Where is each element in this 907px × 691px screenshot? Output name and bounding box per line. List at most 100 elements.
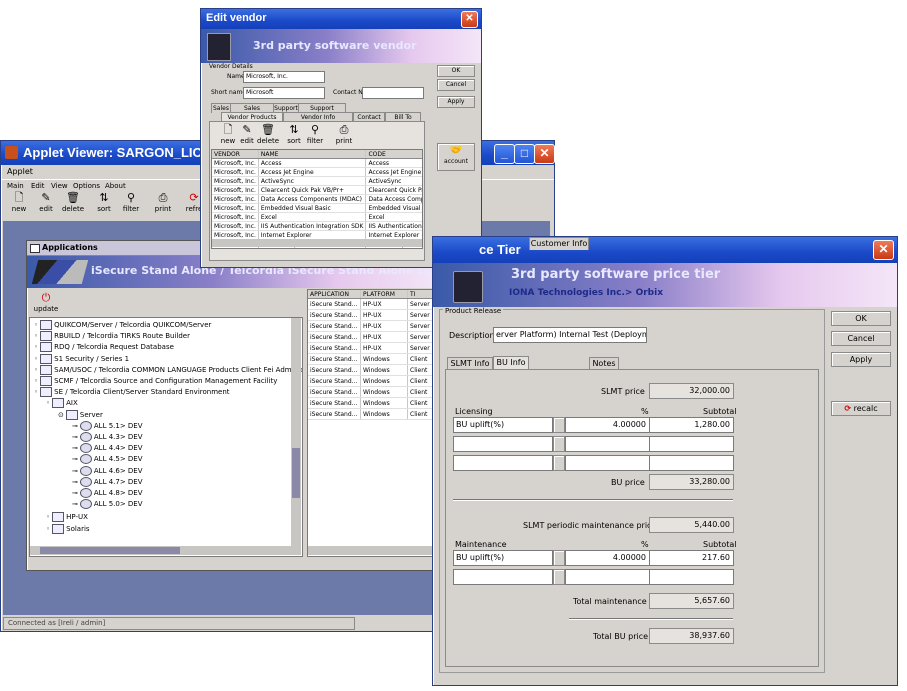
table-row[interactable]: Microsoft, Inc. ActiveSync ActiveSync — [212, 176, 422, 186]
maintenance-row2-pct[interactable] — [565, 569, 650, 585]
table-row[interactable]: Microsoft, Inc. Data Access Components (M… — [212, 194, 422, 204]
tree-handle-icon[interactable]: ⊸ — [72, 500, 78, 508]
tree-handle-icon[interactable]: ◦ — [46, 525, 50, 533]
tab-customer-info[interactable]: Customer Info — [529, 237, 589, 250]
menu-edit[interactable]: Edit — [31, 182, 45, 190]
table-row[interactable]: Microsoft, Inc. Excel Excel — [212, 212, 422, 222]
licensing-row2-picker[interactable] — [553, 436, 565, 452]
tree-handle-icon[interactable]: ⊸ — [72, 489, 78, 497]
tree-handle-icon[interactable]: ⊸ — [72, 467, 78, 475]
tree-node[interactable]: ◦ QUIKCOM/Server / Telcordia QUIKCOM/Serv… — [34, 320, 211, 330]
tree-node[interactable]: ◦ SCMF / Telcordia Source and Configurati… — [34, 376, 277, 386]
tree-hscroll-thumb[interactable] — [40, 547, 180, 554]
tree-handle-icon[interactable]: ◦ — [34, 377, 38, 385]
vendor-ok-button[interactable]: OK — [437, 65, 475, 77]
maintenance-row2-picker[interactable] — [553, 569, 565, 585]
maximize-button[interactable]: □ — [514, 144, 535, 164]
table-row[interactable]: Microsoft, Inc. Access Jet Engine Access J… — [212, 167, 422, 177]
vendor-new-button[interactable]: 🗋 new — [219, 123, 237, 149]
tree-handle-icon[interactable]: ⊸ — [72, 422, 78, 430]
table-row[interactable]: iSecure Stand... HP-UX Server — [308, 320, 433, 332]
licensing-row2-subtotal[interactable] — [649, 436, 734, 452]
table-row[interactable]: iSecure Stand... Windows Client — [308, 353, 433, 365]
tree-node[interactable]: ◦ HP-UX — [46, 512, 88, 523]
vendor-cancel-button[interactable]: Cancel — [437, 79, 475, 91]
table-row[interactable]: Microsoft, Inc. Clearcent Quick Pak VB/Pr… — [212, 185, 422, 195]
licensing-row3-name[interactable] — [453, 455, 553, 471]
account-button[interactable]: 🤝 account — [437, 143, 475, 171]
vendor-edit-button[interactable]: ✎ edit — [238, 123, 256, 149]
tree-handle-icon[interactable]: ◦ — [34, 321, 38, 329]
vendor-print-button[interactable]: ⎙ print — [334, 123, 354, 149]
price-apply-button[interactable]: Apply — [831, 352, 891, 367]
description-field[interactable]: erver Platform) Internal Test (Deploymen… — [493, 327, 647, 343]
price-tier-close-button[interactable]: ✕ — [873, 240, 894, 260]
sort-button[interactable]: ⇅ sort — [92, 191, 116, 217]
tree-panel[interactable]: ◦ QUIKCOM/Server / Telcordia QUIKCOM/Serv… — [29, 317, 303, 557]
maintenance-row2-name[interactable] — [453, 569, 553, 585]
tree-node[interactable]: ◦ RDQ / Telcordia Request Database — [34, 342, 174, 353]
vendor-hscroll[interactable] — [212, 239, 422, 247]
col-code[interactable]: CODE — [365, 150, 422, 159]
licensing-row1-picker[interactable] — [553, 417, 565, 433]
maintenance-row1-subtotal[interactable]: 217.60 — [649, 550, 734, 566]
table-row[interactable]: iSecure Stand... HP-UX Server — [308, 309, 433, 321]
licensing-row3-pct[interactable] — [565, 455, 650, 471]
tree-node[interactable]: ⊙ Server — [58, 409, 103, 420]
tree-node[interactable]: ◦ Solaris — [46, 523, 90, 534]
table-row[interactable]: iSecure Stand... Windows Client — [308, 386, 433, 398]
menu-about[interactable]: About — [105, 182, 126, 190]
table-row[interactable]: Microsoft, Inc. Embedded Visual Basic Embe… — [212, 203, 422, 213]
close-button[interactable]: ✕ — [534, 144, 555, 164]
licensing-row2-pct[interactable] — [565, 436, 650, 452]
licensing-row1-name[interactable]: BU uplift(%) — [453, 417, 553, 433]
tree-node[interactable]: ⊸ ALL 4.8> DEV — [72, 488, 143, 498]
tree-node[interactable]: ⊸ ALL 5.1> DEV — [72, 420, 143, 431]
vendor-delete-button[interactable]: 🗑 delete — [257, 123, 279, 149]
tree-handle-icon[interactable]: ◦ — [46, 513, 50, 521]
tree-handle-icon[interactable]: ◦ — [34, 388, 38, 396]
table-row[interactable]: iSecure Stand... HP-UX Server — [308, 342, 433, 354]
maintenance-row1-picker[interactable] — [553, 550, 565, 566]
delete-button[interactable]: 🗑 delete — [61, 191, 85, 217]
menu-options[interactable]: Options — [73, 182, 100, 190]
price-cancel-button[interactable]: Cancel — [831, 331, 891, 346]
tree-node[interactable]: ⊸ ALL 5.0> DEV — [72, 499, 143, 510]
short-name-field[interactable]: Microsoft — [243, 87, 325, 99]
tree-handle-icon[interactable]: ⊸ — [72, 444, 78, 452]
tree-node[interactable]: ◦ AIX — [46, 398, 78, 409]
price-ok-button[interactable]: OK — [831, 311, 891, 326]
table-row[interactable]: iSecure Stand... HP-UX Server — [308, 331, 433, 343]
tree-handle-icon[interactable]: ◦ — [34, 343, 38, 351]
table-row[interactable]: iSecure Stand... Windows Client — [308, 375, 433, 387]
tree-handle-icon[interactable]: ◦ — [34, 332, 38, 340]
apps-hscroll[interactable] — [308, 546, 436, 555]
table-row[interactable]: Microsoft, Inc. Access Access — [212, 158, 422, 168]
applications-table[interactable]: APPLICATION PLATFORM TI iSecure Stand...… — [307, 289, 437, 557]
maintenance-row1-pct[interactable]: 4.00000 — [565, 550, 650, 566]
licensing-row1-pct[interactable]: 4.00000 — [565, 417, 650, 433]
licensing-row1-subtotal[interactable]: 1,280.00 — [649, 417, 734, 433]
name-field[interactable]: Microsoft, Inc. — [243, 71, 325, 83]
licensing-row3-subtotal[interactable] — [649, 455, 734, 471]
vendor-sort-button[interactable]: ⇅ sort — [285, 123, 303, 149]
recalc-button[interactable]: ⟳ recalc — [831, 401, 891, 416]
tree-node[interactable]: ⊸ ALL 4.4> DEV — [72, 443, 143, 454]
col-vendor[interactable]: VENDOR — [212, 150, 259, 159]
update-button[interactable]: ⏻ update — [33, 291, 59, 317]
tree-handle-icon[interactable]: ◦ — [46, 399, 50, 407]
tree-node[interactable]: ◦ SE / Telcordia Client/Server Standard E… — [34, 387, 230, 398]
edit-vendor-close-button[interactable]: ✕ — [461, 11, 478, 28]
licensing-row2-name[interactable] — [453, 436, 553, 452]
filter-button[interactable]: ⚲ filter — [119, 191, 143, 217]
table-row[interactable]: iSecure Stand... Windows Client — [308, 408, 433, 420]
maintenance-row1-name[interactable]: BU uplift(%) — [453, 550, 553, 566]
tree-vscroll-thumb[interactable] — [292, 448, 300, 498]
col-application[interactable]: APPLICATION — [308, 290, 361, 299]
menu-view[interactable]: View — [51, 182, 68, 190]
table-row[interactable]: iSecure Stand... HP-UX Server — [308, 298, 433, 310]
edit-vendor-titlebar[interactable]: Edit vendor ✕ — [201, 9, 481, 29]
licensing-row3-picker[interactable] — [553, 455, 565, 471]
tree-node[interactable]: ⊸ ALL 4.3> DEV — [72, 432, 143, 442]
tree-vscroll[interactable] — [291, 318, 301, 546]
